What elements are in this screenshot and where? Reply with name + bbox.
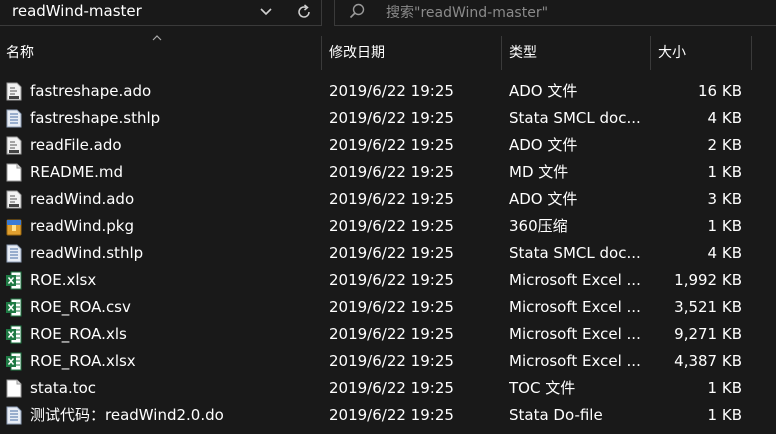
file-name: readWind.sthlp <box>30 244 144 262</box>
file-type: ADO 文件 <box>509 190 578 208</box>
file-name: ROE_ROA.xlsx <box>30 352 136 370</box>
file-row[interactable]: readWind.pkg 2019/6/22 19:25 360压缩 1 KB <box>0 213 776 240</box>
file-modified-date: 2019/6/22 19:25 <box>329 352 454 370</box>
file-modified-date: 2019/6/22 19:25 <box>329 163 454 181</box>
file-row[interactable]: readWind.sthlp 2019/6/22 19:25 Stata SMCL … <box>0 240 776 267</box>
file-modified-date: 2019/6/22 19:25 <box>329 82 454 100</box>
stata-doc-icon <box>6 109 22 128</box>
column-divider[interactable] <box>650 36 651 70</box>
file-type: Stata Do-file <box>509 406 603 424</box>
file-modified-date: 2019/6/22 19:25 <box>329 190 454 208</box>
file-size: 2 KB <box>707 136 742 154</box>
excel-icon <box>6 298 22 317</box>
refresh-icon[interactable] <box>290 0 318 24</box>
file-type: ADO 文件 <box>509 136 578 154</box>
column-header-name[interactable]: 名称 <box>6 36 34 70</box>
file-modified-date: 2019/6/22 19:25 <box>329 217 454 235</box>
column-divider[interactable] <box>751 36 752 70</box>
excel-icon <box>6 325 22 344</box>
file-size: 4 KB <box>707 244 742 262</box>
file-modified-date: 2019/6/22 19:25 <box>329 109 454 127</box>
column-divider[interactable] <box>501 36 502 70</box>
blank-file-icon <box>6 163 22 182</box>
path-text: readWind-master <box>12 2 142 20</box>
chevron-down-icon[interactable] <box>252 0 280 24</box>
search-placeholder: 搜索"readWind-master" <box>386 5 549 21</box>
ado-file-icon <box>6 190 22 209</box>
path-field[interactable]: readWind-master <box>0 0 322 26</box>
file-size: 1 KB <box>707 163 742 181</box>
search-icon <box>349 3 365 19</box>
column-header-row: 名称 修改日期 类型 大小 <box>0 34 776 70</box>
file-name: stata.toc <box>30 379 97 397</box>
file-name: readWind.ado <box>30 190 135 208</box>
file-name: readWind.pkg <box>30 217 134 235</box>
file-size: 4,387 KB <box>674 352 742 370</box>
ado-file-icon <box>6 82 22 101</box>
file-name: readFile.ado <box>30 136 122 154</box>
file-row[interactable]: ROE_ROA.xlsx 2019/6/22 19:25 Microsoft Exc… <box>0 348 776 375</box>
file-size: 3,521 KB <box>674 298 742 316</box>
column-divider[interactable] <box>321 36 322 70</box>
file-name: ROE_ROA.csv <box>30 298 131 316</box>
file-type: MD 文件 <box>509 163 569 181</box>
archive-icon <box>6 217 22 236</box>
stata-doc-icon <box>6 244 22 263</box>
file-row[interactable]: stata.toc 2019/6/22 19:25 TOC 文件 1 KB <box>0 375 776 402</box>
file-row[interactable]: fastreshape.sthlp 2019/6/22 19:25 Stata SM… <box>0 105 776 132</box>
file-type: TOC 文件 <box>509 379 576 397</box>
file-type: Stata SMCL doc... <box>509 244 641 262</box>
file-size: 1 KB <box>707 217 742 235</box>
file-modified-date: 2019/6/22 19:25 <box>329 136 454 154</box>
file-type: Stata SMCL doc... <box>509 109 641 127</box>
file-name: fastreshape.sthlp <box>30 109 161 127</box>
file-row[interactable]: ROE_ROA.xls 2019/6/22 19:25 Microsoft Exce… <box>0 321 776 348</box>
file-type: ADO 文件 <box>509 82 578 100</box>
file-size: 1,992 KB <box>674 271 742 289</box>
file-size: 16 KB <box>698 82 742 100</box>
column-header-size[interactable]: 大小 <box>658 36 686 70</box>
file-row[interactable]: fastreshape.ado 2019/6/22 19:25 ADO 文件 16 K… <box>0 78 776 105</box>
file-name: ROE.xlsx <box>30 271 97 289</box>
file-row[interactable]: readWind.ado 2019/6/22 19:25 ADO 文件 3 KB <box>0 186 776 213</box>
file-modified-date: 2019/6/22 19:25 <box>329 298 454 316</box>
file-modified-date: 2019/6/22 19:25 <box>329 244 454 262</box>
file-size: 3 KB <box>707 190 742 208</box>
file-type: Microsoft Excel ... <box>509 352 641 370</box>
file-type: Microsoft Excel ... <box>509 271 641 289</box>
column-header-date[interactable]: 修改日期 <box>329 36 385 70</box>
sort-up-icon <box>152 34 162 45</box>
blank-file-icon <box>6 379 22 398</box>
file-modified-date: 2019/6/22 19:25 <box>329 379 454 397</box>
file-size: 1 KB <box>707 379 742 397</box>
file-row[interactable]: ROE_ROA.csv 2019/6/22 19:25 Microsoft Exce… <box>0 294 776 321</box>
ado-file-icon <box>6 136 22 155</box>
file-size: 4 KB <box>707 109 742 127</box>
file-size: 1 KB <box>707 406 742 424</box>
address-bar: readWind-master 搜索"readWind-master" <box>0 0 776 28</box>
file-name: ROE_ROA.xls <box>30 325 127 343</box>
file-modified-date: 2019/6/22 19:25 <box>329 325 454 343</box>
file-name: 测试代码：readWind2.0.do <box>30 406 224 424</box>
file-row[interactable]: 测试代码：readWind2.0.do 2019/6/22 19:25 Stata … <box>0 402 776 429</box>
file-row[interactable]: ROE.xlsx 2019/6/22 19:25 Microsoft Excel .… <box>0 267 776 294</box>
file-type: Microsoft Excel ... <box>509 298 641 316</box>
stata-doc-icon <box>6 406 22 425</box>
file-name: README.md <box>30 163 124 181</box>
file-row[interactable]: readFile.ado 2019/6/22 19:25 ADO 文件 2 KB <box>0 132 776 159</box>
file-row[interactable]: README.md 2019/6/22 19:25 MD 文件 1 KB <box>0 159 776 186</box>
column-header-type[interactable]: 类型 <box>509 36 537 70</box>
file-type: 360压缩 <box>509 217 568 235</box>
file-modified-date: 2019/6/22 19:25 <box>329 271 454 289</box>
file-type: Microsoft Excel ... <box>509 325 641 343</box>
file-name: fastreshape.ado <box>30 82 152 100</box>
search-field[interactable]: 搜索"readWind-master" <box>334 0 776 26</box>
excel-icon <box>6 352 22 371</box>
excel-icon <box>6 271 22 290</box>
file-modified-date: 2019/6/22 19:25 <box>329 406 454 424</box>
file-size: 9,271 KB <box>674 325 742 343</box>
